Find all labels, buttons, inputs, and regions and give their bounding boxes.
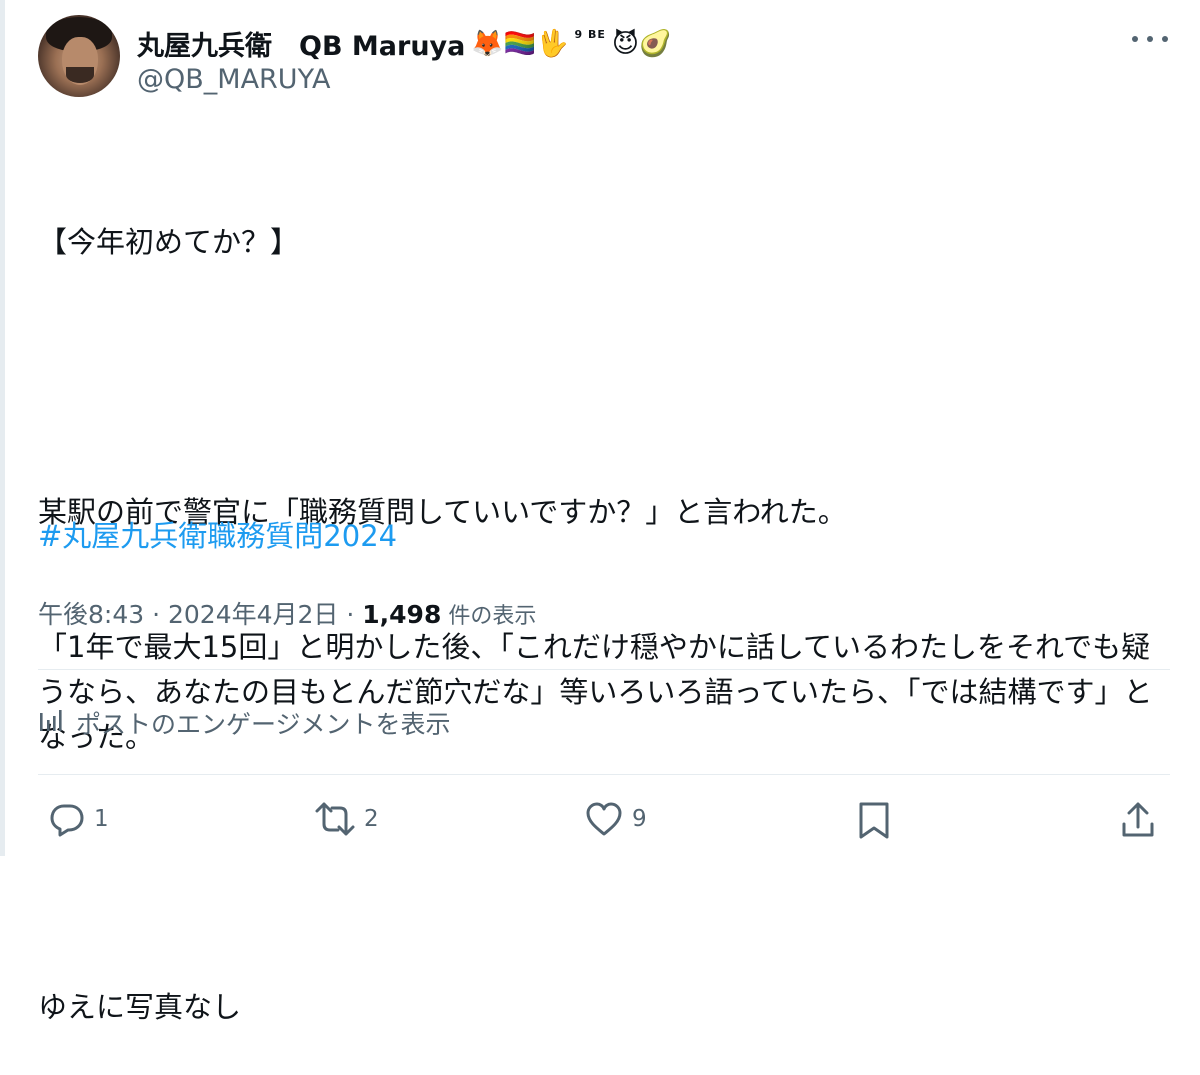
- reply-count: 1: [94, 806, 109, 832]
- avatar[interactable]: [38, 15, 120, 97]
- retweet-button[interactable]: 2: [314, 800, 379, 838]
- divider: [38, 669, 1170, 670]
- share-icon: [1120, 800, 1156, 840]
- more-dot: [1147, 36, 1153, 42]
- retweet-icon: [314, 800, 356, 838]
- more-dot: [1162, 36, 1168, 42]
- tweet-meta: 午後8:43 · 2024年4月2日 · 1,498 件の表示: [38, 595, 536, 631]
- meta-separator: ·: [338, 600, 363, 629]
- views-count: 1,498: [362, 600, 442, 629]
- tweet-paragraph: ゆえに写真なし: [38, 990, 242, 1024]
- more-dot: [1132, 36, 1138, 42]
- engagement-label: ポストのエンゲージメントを表示: [76, 710, 451, 739]
- like-count: 9: [632, 806, 647, 832]
- author-name-superscripts: 9 BE: [574, 28, 606, 41]
- view-engagement-button[interactable]: ポストのエンゲージメントを表示: [38, 705, 451, 741]
- tweet-headline: 【今年初めてか？】: [38, 225, 300, 259]
- views-label: 件の表示: [441, 604, 537, 629]
- avatar-beard: [66, 67, 94, 83]
- tweet-time[interactable]: 午後8:43: [38, 600, 144, 629]
- action-bar: 1 2 9: [38, 800, 1170, 850]
- analytics-icon: [38, 707, 64, 739]
- like-button[interactable]: 9: [584, 800, 647, 838]
- retweet-count: 2: [364, 806, 379, 832]
- tweet-blank-line: [38, 355, 1170, 400]
- hashtag-link[interactable]: #丸屋九兵衛職務質問2024: [38, 514, 397, 559]
- author-name-emoji-tail: 😈🥑: [611, 28, 672, 59]
- tweet-blank-line: [38, 850, 1170, 895]
- author-name-emoji: 🦊🏳️‍🌈🖖: [471, 28, 569, 59]
- bookmark-icon: [856, 800, 892, 840]
- author-handle[interactable]: @QB_MARUYA: [137, 64, 330, 95]
- heart-icon: [584, 800, 624, 838]
- meta-separator: ·: [144, 600, 168, 629]
- tweet-date[interactable]: 2024年4月2日: [168, 600, 338, 629]
- reply-icon: [48, 800, 86, 838]
- more-options-icon[interactable]: [1132, 28, 1168, 50]
- reply-button[interactable]: 1: [48, 800, 109, 838]
- bookmark-button[interactable]: [856, 800, 892, 840]
- author-display-name[interactable]: 丸屋九兵衛 QB Maruya 🦊🏳️‍🌈🖖 9 BE 😈🥑: [137, 24, 671, 63]
- panel-edge: [0, 0, 5, 856]
- divider: [38, 774, 1170, 775]
- share-button[interactable]: [1120, 800, 1156, 840]
- author-name-text: 丸屋九兵衛 QB Maruya: [137, 31, 466, 62]
